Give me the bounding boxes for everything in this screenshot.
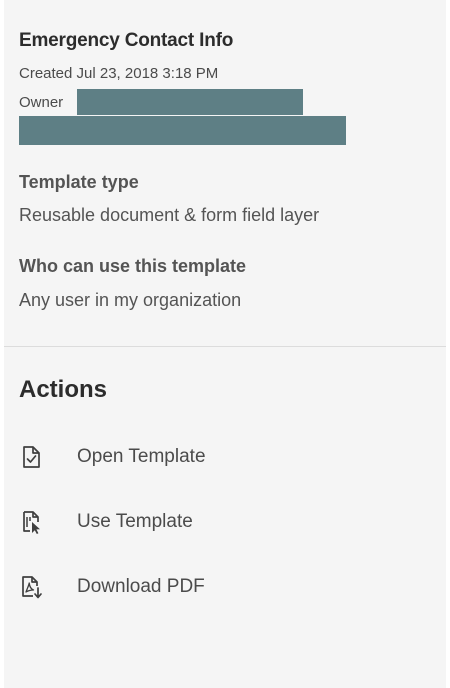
open-template-label: Open Template — [77, 446, 206, 467]
access-label: Who can use this template — [19, 256, 247, 276]
redacted-owner-email — [19, 116, 346, 145]
created-date: Created Jul 23, 2018 3:18 PM — [19, 65, 219, 82]
document-check-icon — [18, 444, 44, 470]
pdf-download-icon — [18, 574, 44, 600]
redacted-owner-name — [77, 89, 303, 115]
download-pdf-button[interactable]: Download PDF — [4, 565, 446, 609]
use-template-button[interactable]: Use Template — [4, 500, 446, 544]
template-type-value: Reusable document & form field layer — [19, 205, 320, 225]
use-template-label: Use Template — [77, 511, 193, 532]
open-template-button[interactable]: Open Template — [4, 435, 446, 479]
access-value: Any user in my organization — [19, 290, 242, 310]
download-pdf-label: Download PDF — [77, 576, 205, 597]
document-cursor-icon — [18, 509, 44, 535]
template-details-panel: Emergency Contact Info Created Jul 23, 2… — [4, 0, 446, 688]
template-title: Emergency Contact Info — [19, 30, 234, 51]
template-type-label: Template type — [19, 172, 139, 192]
divider — [4, 346, 446, 347]
actions-heading: Actions — [19, 376, 108, 403]
owner-label: Owner — [19, 94, 64, 111]
